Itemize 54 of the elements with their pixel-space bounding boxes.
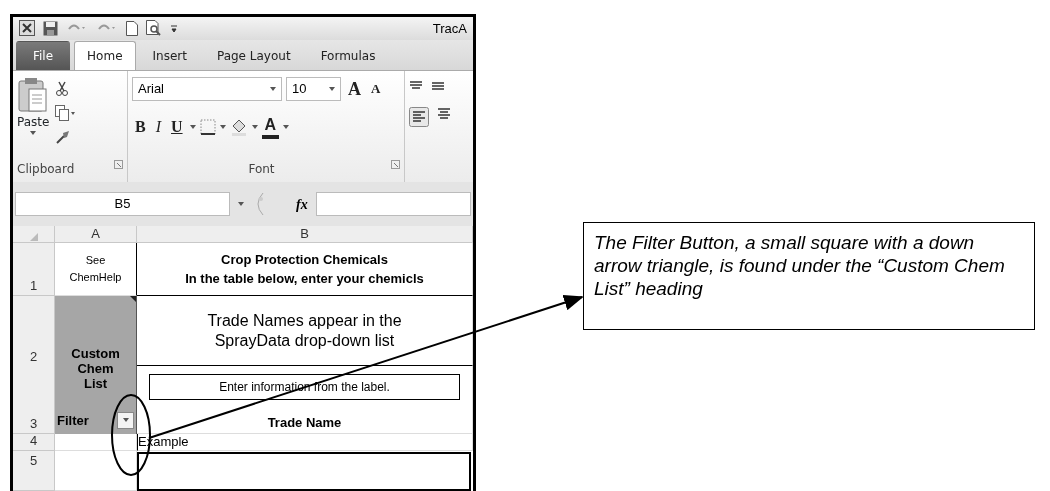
italic-button[interactable]: I [152, 117, 164, 138]
filter-button[interactable] [117, 411, 134, 429]
callout-text: The Filter Button, a small square with a down arrow triangle, is found under the “Custom Chem List” heading [583, 222, 1035, 330]
underline-button[interactable]: U [168, 117, 186, 138]
ribbon-tab[interactable]: Insert [139, 41, 200, 71]
comment-indicator-icon [130, 296, 136, 302]
new-document-icon[interactable] [126, 20, 138, 36]
align-middle-icon[interactable] [431, 81, 445, 92]
grow-font-button[interactable]: A [345, 79, 364, 100]
ribbon-tab[interactable]: Page Layout [203, 41, 304, 71]
name-box[interactable]: B5 [15, 192, 230, 217]
ribbon-tab[interactable]: Home [74, 41, 136, 71]
save-icon[interactable] [43, 20, 58, 36]
row-header[interactable]: 4 [13, 434, 55, 451]
bold-button[interactable]: B [132, 117, 149, 138]
row-header[interactable]: 2 [13, 296, 55, 366]
align-top-icon[interactable] [409, 81, 423, 92]
instruction-text: In the table below, enter your chemicls [185, 270, 424, 288]
spreadsheet-logo-icon [19, 20, 35, 37]
borders-icon[interactable] [199, 119, 216, 136]
row-header[interactable]: 1 [13, 243, 55, 296]
insert-function-button[interactable]: fx [296, 193, 308, 215]
ribbon-tab[interactable]: File [16, 41, 71, 71]
print-preview-icon[interactable] [146, 20, 162, 37]
table-cell: Trade Names appear in the SprayData drop-down list [137, 296, 473, 366]
hint-box: Enter information from the label. [149, 374, 460, 400]
row-header[interactable]: 3 [13, 366, 55, 434]
ribbon-tab[interactable]: Formulas [307, 41, 389, 71]
copy-icon[interactable] [55, 105, 78, 122]
caret-icon[interactable] [189, 125, 196, 130]
column-heading: Custom Chem List [70, 346, 121, 391]
align-left-icon[interactable] [409, 107, 429, 128]
paint-bucket-icon[interactable] [229, 118, 248, 137]
font-size-field[interactable]: 10 [286, 77, 341, 102]
group-label: Font [248, 161, 275, 179]
customize-menu-icon[interactable] [170, 22, 178, 35]
clipboard-icon [18, 77, 49, 114]
column-header[interactable]: A [55, 226, 137, 243]
group-label: Clipboard [17, 161, 75, 179]
formula-field[interactable] [315, 192, 471, 217]
shrink-font-button[interactable]: A [368, 79, 384, 100]
column-heading: Trade Name [266, 413, 343, 432]
font-color-button[interactable]: A [261, 115, 280, 140]
active-cell[interactable] [137, 452, 471, 491]
column-header[interactable]: B [137, 226, 473, 243]
caret-icon[interactable] [283, 125, 290, 130]
paste-button[interactable]: Paste [17, 77, 50, 161]
font-name-field[interactable]: Arial [132, 77, 282, 102]
filter-label: Filter [57, 411, 89, 430]
window-title: TracA [432, 19, 467, 38]
row-header[interactable]: 5 [13, 451, 55, 491]
caret-icon[interactable] [219, 125, 226, 130]
caret-icon[interactable] [251, 125, 258, 130]
table-title: Crop Protection Chemicals [221, 250, 388, 269]
